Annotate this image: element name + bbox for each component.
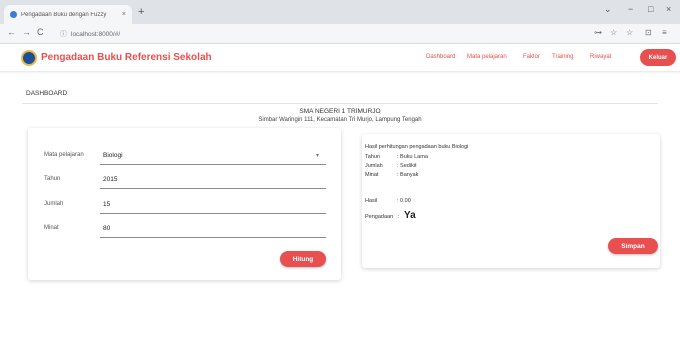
- browser-tab[interactable]: Pengadaan Buku dengan Fuzzy ×: [4, 5, 132, 24]
- result-interest-label: Minat: [365, 172, 379, 178]
- maximize-button[interactable]: □: [648, 4, 653, 14]
- input-form-card: Mata pelajaran Biologi ▾ Tahun 2015 Juml…: [28, 128, 341, 280]
- tab-search-icon[interactable]: ⌄: [604, 4, 612, 15]
- key-icon[interactable]: ⊶: [594, 28, 602, 37]
- year-label: Tahun: [44, 176, 61, 182]
- close-window-button[interactable]: ×: [666, 4, 671, 14]
- nav-dashboard[interactable]: Dashboard: [426, 54, 455, 60]
- app-header: Pengadaan Buku Referensi Sekolah Dashboa…: [0, 44, 680, 72]
- amount-value[interactable]: 15: [103, 201, 110, 208]
- school-address: Simbar Waringin 111, Kecamatan Tri Murjo…: [258, 117, 422, 123]
- chevron-down-icon[interactable]: ▾: [316, 152, 319, 159]
- save-button[interactable]: Simpan: [608, 238, 658, 254]
- calculate-button[interactable]: Hitung: [280, 251, 326, 267]
- bookmark-star-icon[interactable]: ☆: [626, 28, 633, 37]
- result-interest-value: : Banyak: [397, 172, 419, 178]
- score-value: : 0.00: [397, 198, 411, 204]
- url-field[interactable]: ⓘ localhost:8000/#/: [60, 27, 560, 41]
- app-brand[interactable]: Pengadaan Buku Referensi Sekolah: [41, 52, 212, 63]
- browser-tab-bar: Pengadaan Buku dengan Fuzzy × + ⌄ − □ ×: [0, 0, 680, 24]
- subject-label: Mata pelajaran: [44, 152, 84, 158]
- amount-field[interactable]: Jumlah 15: [44, 196, 327, 214]
- decision-value: Ya: [404, 210, 416, 221]
- nav-faktor[interactable]: Faktor: [523, 54, 540, 60]
- decision-separator: :: [398, 214, 400, 220]
- browser-address-bar: ← → C ⓘ localhost:8000/#/ ⊶ ☆ ☆ ⊡ ≡: [0, 24, 680, 44]
- site-info-icon[interactable]: ⓘ: [60, 29, 67, 39]
- tab-grid-icon[interactable]: ⊡: [645, 28, 652, 37]
- result-amount-label: Jumlah: [365, 163, 383, 169]
- school-logo-icon: [21, 50, 37, 66]
- field-underline: [100, 237, 326, 238]
- result-amount-value: : Sedikit: [397, 163, 417, 169]
- subject-value[interactable]: Biologi: [103, 152, 123, 159]
- back-icon[interactable]: ←: [7, 27, 16, 37]
- field-underline: [100, 188, 326, 189]
- interest-value[interactable]: 80: [103, 225, 110, 232]
- share-icon[interactable]: ☆: [610, 28, 617, 37]
- minimize-button[interactable]: −: [628, 4, 633, 14]
- logout-button[interactable]: Keluar: [640, 49, 676, 66]
- url-text: localhost:8000/#/: [71, 30, 121, 38]
- score-label: Hasil: [365, 198, 378, 204]
- result-heading: Hasil perhitungan pengadaan buku Biologi: [365, 144, 469, 150]
- subject-select[interactable]: Mata pelajaran Biologi ▾: [44, 147, 327, 165]
- nav-mata-pelajaran[interactable]: Mata pelajaran: [467, 54, 507, 60]
- nav-training[interactable]: Training: [552, 54, 573, 60]
- year-value[interactable]: 2015: [103, 176, 117, 183]
- tab-close-icon[interactable]: ×: [122, 11, 126, 18]
- interest-field[interactable]: Minat 80: [44, 220, 327, 238]
- amount-label: Jumlah: [44, 201, 64, 207]
- divider: [22, 103, 658, 104]
- result-year-value: : Buku Lama: [397, 154, 428, 160]
- nav-riwayat[interactable]: Riwayat: [590, 54, 611, 60]
- year-field[interactable]: Tahun 2015: [44, 171, 327, 189]
- page-title: DASHBOARD: [26, 90, 68, 97]
- field-underline: [100, 164, 326, 165]
- result-card: Hasil perhitungan pengadaan buku Biologi…: [362, 134, 660, 268]
- reload-icon[interactable]: C: [37, 27, 44, 37]
- new-tab-button[interactable]: +: [138, 6, 144, 18]
- favicon-icon: [10, 11, 17, 18]
- forward-icon[interactable]: →: [22, 27, 31, 37]
- interest-label: Minat: [44, 225, 59, 231]
- browser-menu-icon[interactable]: ≡: [662, 28, 667, 37]
- field-underline: [100, 213, 326, 214]
- tab-title: Pengadaan Buku dengan Fuzzy: [21, 11, 107, 18]
- result-year-label: Tahun: [365, 154, 380, 160]
- decision-label: Pengadaan: [365, 214, 394, 220]
- school-name: SMA NEGERI 1 TRIMURJO: [299, 108, 381, 115]
